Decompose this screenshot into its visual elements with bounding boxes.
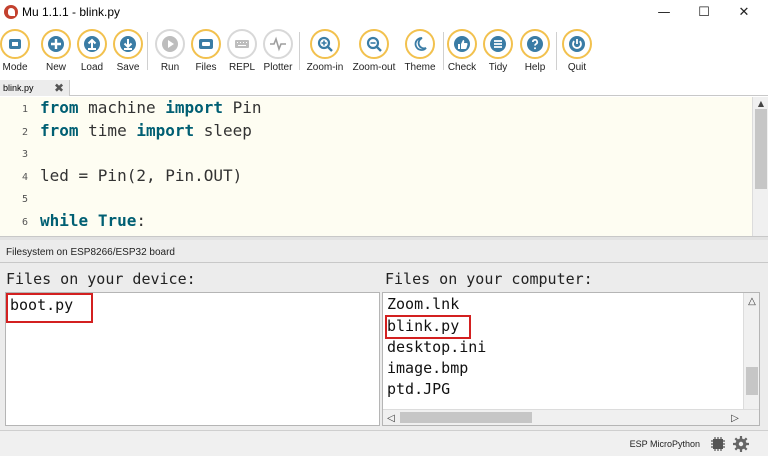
status-mode-label: ESP MicroPython — [629, 439, 700, 449]
list-item[interactable]: ptd.JPG — [387, 380, 450, 398]
keyboard-icon — [227, 29, 257, 59]
line-number: 1 — [21, 104, 28, 115]
zoom-out-icon — [359, 29, 389, 59]
line-number: 6 — [21, 217, 28, 228]
scroll-right-arrow-icon[interactable]: ▷ — [727, 410, 743, 426]
code-line-1: from machine import Pin — [40, 98, 262, 117]
code-keyword: while — [40, 211, 89, 230]
question-icon — [520, 29, 550, 59]
quit-label: Quit — [567, 62, 587, 73]
mode-icon — [0, 29, 30, 59]
filesystem-heading: Filesystem on ESP8266/ESP32 board — [6, 247, 175, 258]
code-text: led = Pin(2, Pin.OUT) — [40, 166, 243, 185]
list-icon — [483, 29, 513, 59]
code-line-6: while True: — [40, 211, 146, 230]
scrollbar-thumb[interactable] — [746, 367, 758, 395]
play-icon — [155, 29, 185, 59]
toolbar: Mode New Load Save Run Files REPL Plotte… — [0, 24, 768, 78]
code-editor[interactable]: 1 2 3 4 5 6 from machine import Pin from… — [0, 97, 768, 236]
scrollbar-thumb[interactable] — [755, 109, 767, 189]
vertical-scrollbar[interactable]: △ — [743, 293, 759, 409]
highlight-box — [385, 315, 471, 339]
tab-label: blink.py — [3, 83, 34, 93]
code-text: : — [136, 211, 146, 230]
code-line-4: led = Pin(2, Pin.OUT) — [40, 166, 242, 185]
upload-icon — [77, 29, 107, 59]
window-title: Mu 1.1.1 - blink.py — [22, 5, 121, 19]
plus-icon — [41, 29, 71, 59]
download-icon — [113, 29, 143, 59]
tab-bar: blink.py ✖ — [0, 80, 768, 96]
code-text: sleep — [194, 121, 252, 140]
title-bar: Mu 1.1.1 - blink.py — ☐ ✕ — [0, 0, 768, 24]
scroll-left-arrow-icon[interactable]: ◁ — [383, 410, 399, 426]
zoom-in-icon — [310, 29, 340, 59]
line-number: 5 — [21, 194, 28, 205]
line-number: 4 — [21, 172, 28, 183]
scroll-up-arrow-icon[interactable]: ▲ — [753, 97, 768, 109]
moon-icon — [405, 29, 435, 59]
pulse-icon — [263, 29, 293, 59]
gear-icon[interactable] — [732, 435, 750, 453]
editor-scrollbar[interactable]: ▲ — [752, 97, 768, 236]
zoom-in-button[interactable]: Zoom-in — [301, 29, 349, 77]
computer-file-list[interactable]: Zoom.lnk blink.py desktop.ini image.bmp … — [382, 292, 760, 426]
scrollbar-thumb[interactable] — [400, 412, 532, 423]
device-file-list[interactable]: boot.py — [5, 292, 380, 426]
thumbs-up-icon — [447, 29, 477, 59]
minimize-button[interactable]: — — [644, 0, 684, 24]
horizontal-scrollbar[interactable]: ◁ ▷ — [383, 409, 759, 425]
quit-button[interactable]: Quit — [553, 29, 601, 77]
close-button[interactable]: ✕ — [724, 0, 764, 24]
list-item[interactable]: image.bmp — [387, 359, 468, 377]
code-keyword: from — [40, 98, 79, 117]
chip-icon[interactable] — [709, 435, 727, 453]
status-bar: ESP MicroPython — [0, 430, 768, 456]
mu-logo-icon — [4, 5, 18, 19]
list-item[interactable]: Zoom.lnk — [387, 295, 459, 313]
device-files-title: Files on your device: — [6, 270, 196, 288]
line-number: 2 — [21, 127, 28, 138]
filesystem-pane: Filesystem on ESP8266/ESP32 board Files … — [0, 240, 768, 430]
divider — [0, 262, 768, 263]
scroll-up-arrow-icon[interactable]: △ — [744, 293, 760, 309]
power-icon — [562, 29, 592, 59]
files-icon — [191, 29, 221, 59]
line-number: 3 — [21, 149, 28, 160]
list-item[interactable]: desktop.ini — [387, 338, 486, 356]
computer-files-title: Files on your computer: — [385, 270, 593, 288]
line-number-gutter: 1 2 3 4 5 6 — [0, 97, 34, 236]
code-text: time — [78, 121, 137, 140]
code-keyword: from — [40, 121, 79, 140]
close-tab-icon[interactable]: ✖ — [52, 81, 66, 95]
code-text: Pin — [223, 98, 262, 117]
code-keyword: import — [136, 121, 195, 140]
highlight-box — [6, 293, 93, 323]
maximize-button[interactable]: ☐ — [684, 0, 724, 24]
tab-blink-py[interactable]: blink.py ✖ — [0, 80, 70, 96]
code-line-2: from time import sleep — [40, 121, 252, 140]
code-keyword: True — [97, 211, 137, 230]
code-keyword: import — [165, 98, 224, 117]
code-text: machine — [78, 98, 166, 117]
